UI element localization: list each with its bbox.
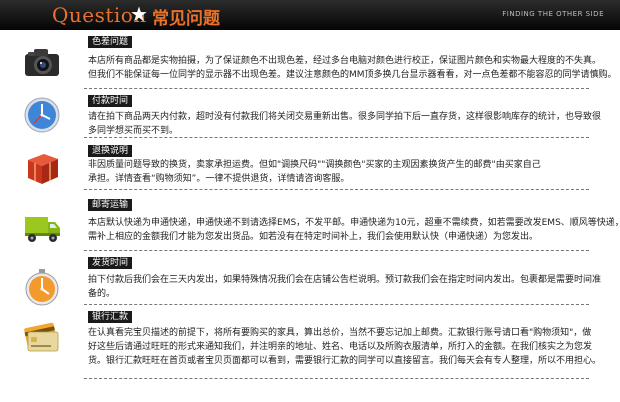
section-text-line: 请在拍下商品两天内付款，超时没有付款我们将关闭交易重新出售。很多同学拍下后一直存… (88, 112, 602, 122)
section-divider (84, 304, 589, 305)
section-body-bank: 在认真看完宝贝描述的前提下，将所有要购买的家具，算出总价，当然不要忘记加上邮费。… (88, 326, 602, 368)
section-divider (84, 88, 589, 89)
section-text-line: 拍下付款后我们会在三天内发出，如果特殊情况我们会在店铺公告栏说明。预订款我们会在… (88, 275, 602, 285)
header-title-cn: 常见问题 (152, 9, 220, 29)
section-text-line: 承担。详情查看“购物须知”。一律不提供退货，详情请咨询客服。 (88, 174, 350, 184)
header-bar: Question ★ 常见问题 FINDING THE OTHER SIDE (0, 0, 620, 30)
package-icon (22, 148, 62, 188)
clock-icon (22, 95, 62, 135)
section-label-color: 色差问题 (88, 36, 133, 48)
section-divider (84, 250, 589, 251)
section-text-line: 本店默认快递为申通快递，申通快递不到请选择EMS，不发平邮。申通快递为10元，超… (88, 218, 620, 228)
section-divider (84, 378, 589, 379)
section-text-line: 但我们不能保证每一位同学的显示器不出现色差。建议注意颜色的MM顶多换几台显示器看… (88, 70, 617, 80)
section-text-line: 需补上相应的金额我们才能为您发出货品。如若没有在特定时间补上，我们会使用默认快（… (88, 232, 539, 242)
section-text-line: 好这些后请通过旺旺的形式来通知我们，并注明亲的地址、姓名、电话以及所购衣服清单，… (88, 342, 593, 352)
truck-icon (22, 207, 62, 247)
header-tagline: FINDING THE OTHER SIDE (502, 10, 604, 18)
section-text-line: 非因质量问题导致的换货，卖家承担运费。但如"调换尺码""调换颜色"买家的主观因素… (88, 160, 541, 170)
timer-icon (22, 267, 62, 307)
section-text-line: 备的。 (88, 289, 116, 299)
section-divider (84, 137, 589, 138)
camera-icon (22, 42, 62, 82)
section-divider (84, 189, 589, 190)
section-label-dispatch: 发货时间 (88, 257, 133, 269)
section-body-returns: 非因质量问题导致的换货，卖家承担运费。但如"调换尺码""调换颜色"买家的主观因素… (88, 158, 588, 186)
section-text-line: 货。银行汇款旺旺在首页或者宝贝页面都可以看到，需要银行汇款的同学可以直接留言。我… (88, 356, 602, 366)
section-text-line: 多同学想买而买不到。 (88, 126, 179, 136)
section-body-shipping: 本店默认快递为申通快递，申通快递不到请选择EMS，不发平邮。申通快递为10元，超… (88, 216, 620, 244)
section-label-returns: 退换说明 (88, 145, 133, 157)
bank-card-icon (22, 317, 62, 357)
section-label-bank: 银行汇款 (88, 311, 133, 323)
section-label-payment: 付款时间 (88, 95, 133, 107)
section-body-color: 本店所有商品都是实物拍摄，为了保证颜色不出现色差，经过多台电脑对颜色进行校正，保… (88, 54, 617, 82)
section-body-dispatch: 拍下付款后我们会在三天内发出，如果特殊情况我们会在店铺公告栏说明。预订款我们会在… (88, 273, 602, 301)
star-icon: ★ (130, 2, 148, 26)
section-text-line: 在认真看完宝贝描述的前提下，将所有要购买的家具，算出总价，当然不要忘记加上邮费。… (88, 328, 592, 338)
section-body-payment: 请在拍下商品两天内付款，超时没有付款我们将关闭交易重新出售。很多同学拍下后一直存… (88, 110, 602, 138)
section-label-shipping: 邮寄运输 (88, 199, 133, 211)
section-text-line: 本店所有商品都是实物拍摄，为了保证颜色不出现色差，经过多台电脑对颜色进行校正，保… (88, 56, 602, 66)
